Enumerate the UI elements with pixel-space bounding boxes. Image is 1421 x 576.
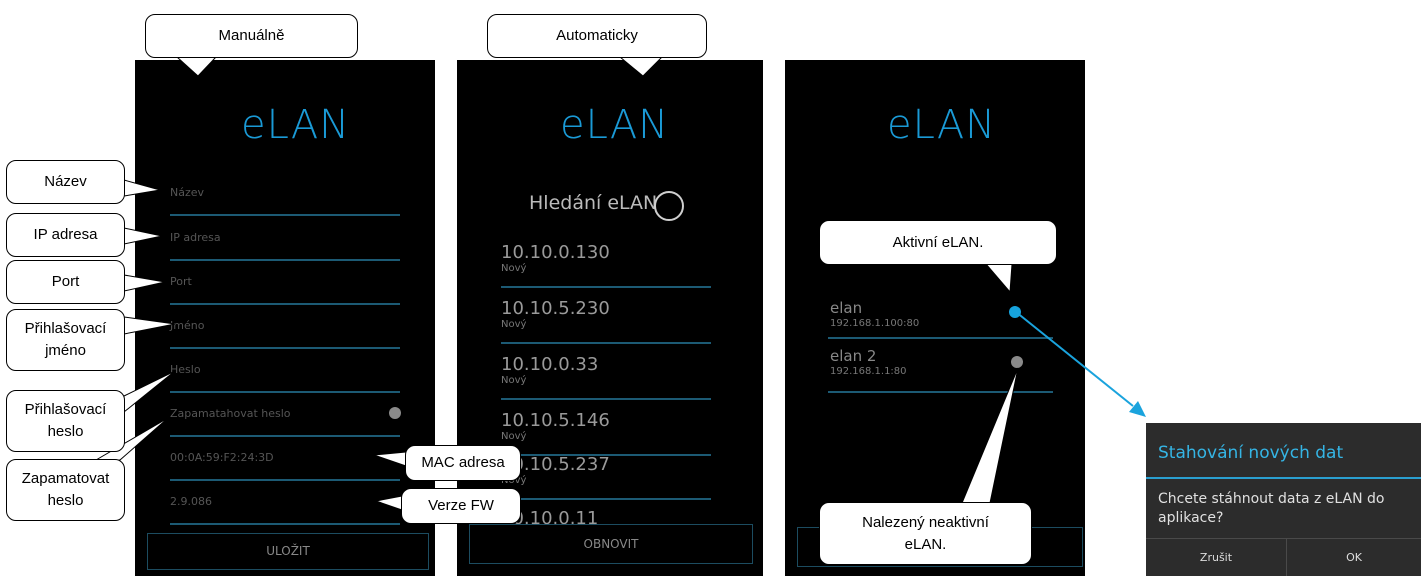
device-ip: 10.10.5.146 xyxy=(501,410,610,431)
device-status: Nový xyxy=(501,431,527,442)
port-placeholder: Port xyxy=(170,275,192,288)
callout-port-text: Port xyxy=(51,273,80,290)
list-item[interactable]: 10.10.0.130 Nový xyxy=(501,232,711,288)
callout-login-name: Přihlašovací jméno xyxy=(6,309,125,371)
callout-inactive-line1: Nalezený neaktivní xyxy=(862,513,989,531)
callout-remember: Zapamatovat heslo xyxy=(6,459,125,521)
callout-fw-text: Verze FW xyxy=(428,497,494,514)
ip-address-field[interactable]: IP adresa xyxy=(170,217,400,261)
callout-remember-line1: Zapamatovat xyxy=(21,470,110,487)
save-button-label: ULOŽIT xyxy=(266,544,310,558)
callout-login-name-line2: jméno xyxy=(45,342,86,359)
callout-login-name-line1: Přihlašovací xyxy=(24,320,107,337)
elan-logo: eLAN xyxy=(241,102,351,148)
save-button[interactable]: ULOŽIT xyxy=(147,533,429,570)
device-status: Nový xyxy=(501,263,527,274)
ip-placeholder: IP adresa xyxy=(170,231,221,244)
callout-automatic-text: Automaticky xyxy=(556,27,638,44)
callout-fw: Verze FW xyxy=(401,488,521,524)
search-status: Hledání eLAN xyxy=(529,192,657,214)
active-status-dot xyxy=(1009,306,1021,318)
callout-active: Aktivní eLAN. xyxy=(819,220,1057,265)
callout-nazev-text: Název xyxy=(44,173,87,190)
callout-login-password-line2: heslo xyxy=(47,423,84,440)
username-placeholder: Jméno xyxy=(170,319,205,332)
refresh-button[interactable]: OBNOVIT xyxy=(469,524,753,564)
callout-mac: MAC adresa xyxy=(405,445,521,481)
elan-name: elan 2 xyxy=(830,347,877,365)
device-ip: 10.10.5.230 xyxy=(501,298,610,319)
download-dialog: Stahování nových dat Chcete stáhnout dat… xyxy=(1146,423,1421,576)
arrow-head-icon xyxy=(1129,401,1146,417)
callout-active-text: Aktivní eLAN. xyxy=(892,233,984,251)
refresh-button-label: OBNOVIT xyxy=(583,537,639,551)
remember-password-toggle[interactable] xyxy=(389,407,401,419)
remember-password-row[interactable]: Zapamatahovat heslo xyxy=(170,393,400,437)
device-ip: 10.10.0.33 xyxy=(501,354,599,375)
firmware-version-value: 2.9.086 xyxy=(170,495,212,508)
loading-spinner-icon xyxy=(654,191,684,221)
callout-manual-text: Manuálně xyxy=(218,27,285,44)
cancel-button[interactable]: Zrušit xyxy=(1146,539,1286,576)
callout-nazev: Název xyxy=(6,160,125,204)
mac-address-value: 00:0A:59:F2:24:3D xyxy=(170,451,274,464)
port-field[interactable]: Port xyxy=(170,261,400,305)
elan-logo: eLAN xyxy=(560,102,670,148)
inactive-status-dot xyxy=(1011,356,1023,368)
device-status: Nový xyxy=(501,375,527,386)
firmware-version-field: 2.9.086 xyxy=(170,481,400,525)
name-field[interactable]: Název xyxy=(170,172,400,216)
username-field[interactable]: Jméno xyxy=(170,305,400,349)
elan-logo: eLAN xyxy=(887,102,997,148)
callout-port: Port xyxy=(6,260,125,304)
callout-ip: IP adresa xyxy=(6,213,125,257)
device-ip: 10.10.0.130 xyxy=(501,242,610,263)
callout-login-password: Přihlašovací heslo xyxy=(6,390,125,452)
elan-name: elan xyxy=(830,299,863,317)
dialog-title-divider xyxy=(1146,477,1421,479)
callout-remember-line2: heslo xyxy=(47,492,84,509)
dialog-message: Chcete stáhnout data z eLAN do aplikace? xyxy=(1158,491,1385,526)
password-placeholder: Heslo xyxy=(170,363,201,376)
callout-mac-text: MAC adresa xyxy=(421,454,505,471)
callout-manual: Manuálně xyxy=(145,14,358,58)
elan-address: 192.168.1.1:80 xyxy=(830,366,907,377)
callout-automatic: Automaticky xyxy=(487,14,707,58)
list-item[interactable]: 10.10.0.33 Nový xyxy=(501,344,711,400)
dialog-title: Stahování nových dat xyxy=(1158,443,1344,463)
ok-button[interactable]: OK xyxy=(1287,539,1421,576)
list-item[interactable]: 10.10.5.230 Nový xyxy=(501,288,711,344)
callout-inactive: Nalezený neaktivní eLAN. xyxy=(819,502,1032,565)
search-label: Hledání eLAN xyxy=(529,192,658,214)
manual-screen: eLAN Název IP adresa Port Jméno Heslo Za… xyxy=(135,60,435,576)
elan-list-screen: eLAN elan 192.168.1.100:80 elan 2 192.16… xyxy=(785,60,1085,576)
callout-login-password-line1: Přihlašovací xyxy=(24,401,107,418)
mac-address-field: 00:0A:59:F2:24:3D xyxy=(170,437,400,481)
list-item[interactable]: 10.10.5.237 Nový xyxy=(501,444,711,500)
device-status: Nový xyxy=(501,319,527,330)
remember-password-label: Zapamatahovat heslo xyxy=(170,407,291,420)
cancel-button-label: Zrušit xyxy=(1199,551,1233,564)
callout-inactive-line2: eLAN. xyxy=(904,535,947,553)
ok-button-label: OK xyxy=(1346,551,1362,564)
elan-address: 192.168.1.100:80 xyxy=(830,318,920,329)
name-placeholder: Název xyxy=(170,186,205,199)
callout-ip-text: IP adresa xyxy=(33,226,98,243)
password-field[interactable]: Heslo xyxy=(170,349,400,393)
